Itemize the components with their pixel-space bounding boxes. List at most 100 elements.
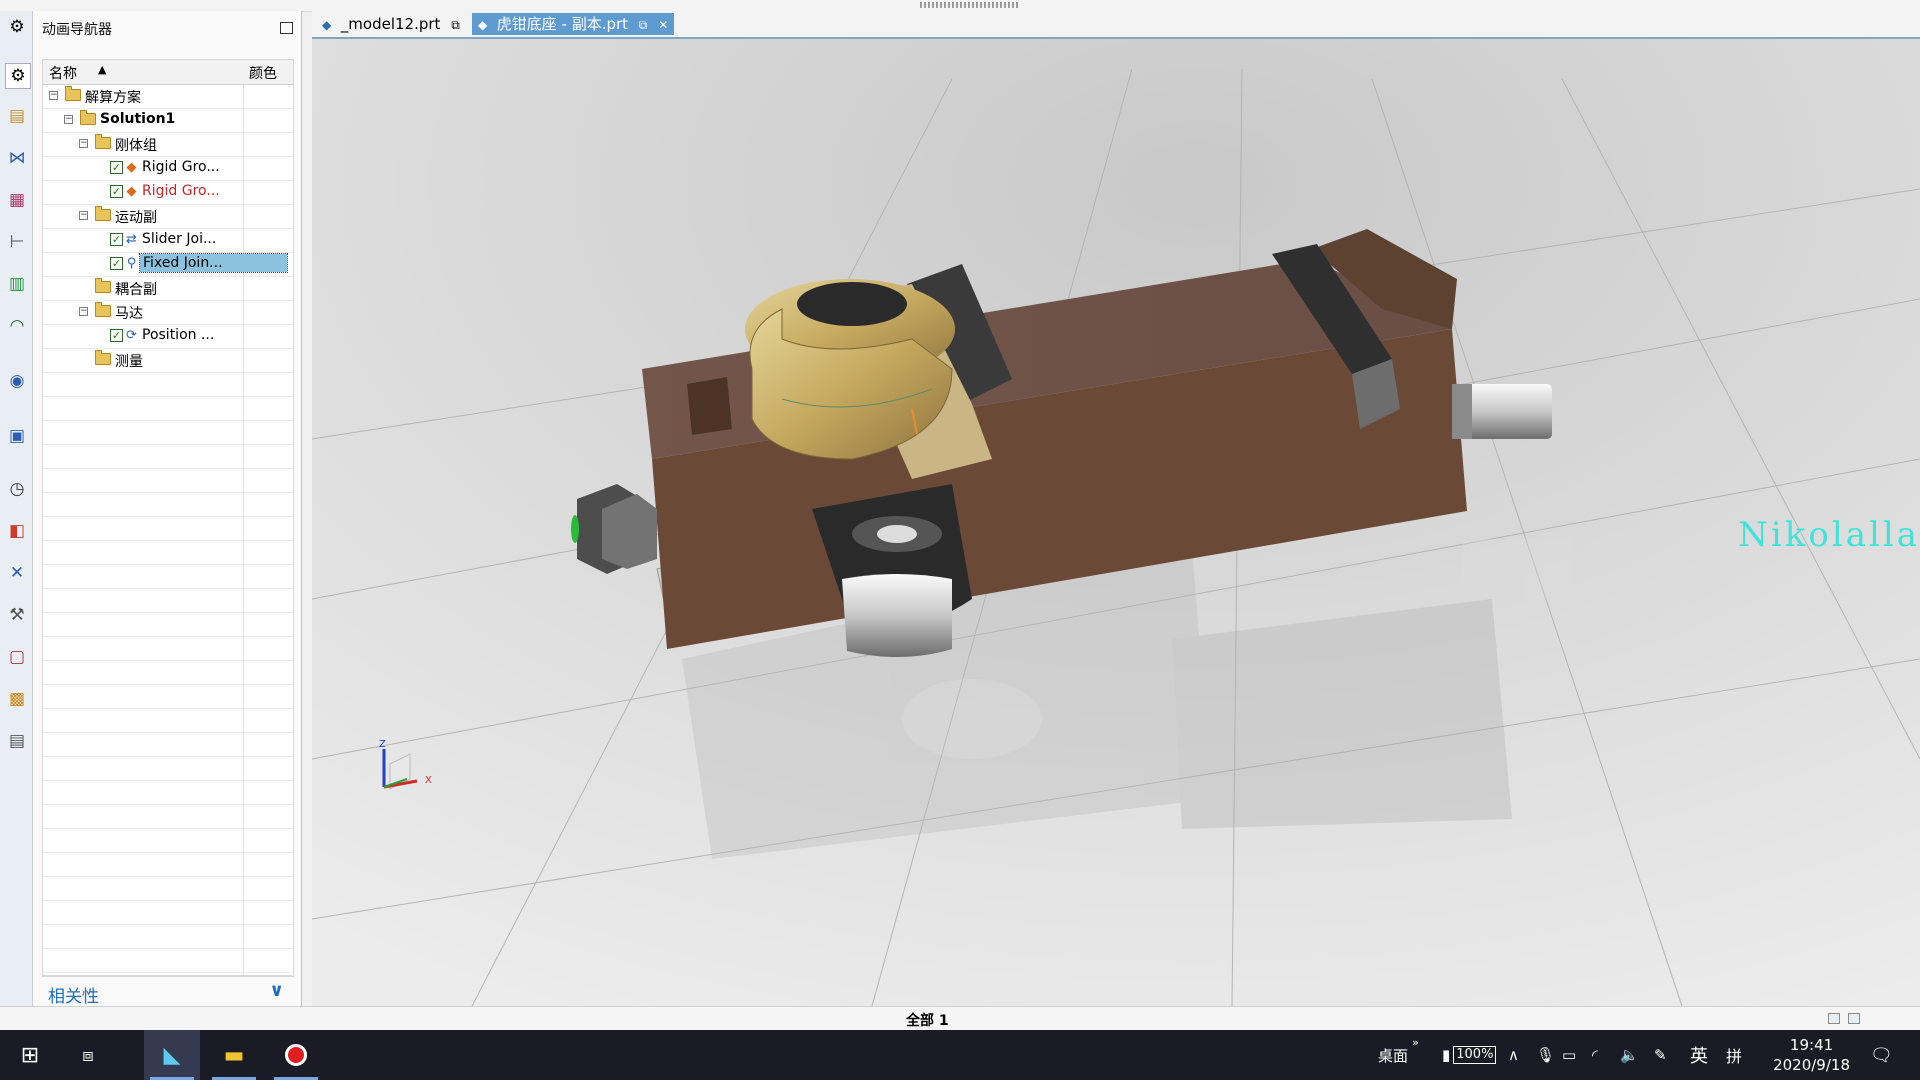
drawing-icon[interactable]: ▢ — [5, 645, 29, 669]
close-icon[interactable]: ✕ — [658, 14, 668, 36]
visibility-checkbox[interactable]: ✓ — [110, 257, 123, 270]
visibility-checkbox[interactable]: ✓ — [110, 161, 123, 174]
document-tabs: ◆ _model12.prt ⧉ ◆ 虎钳底座 - 副本.prt ⧉ ✕ — [312, 11, 1920, 39]
ime-pinyin[interactable]: 拼 — [1726, 1030, 1742, 1080]
parts-box-icon[interactable]: ▩ — [5, 687, 29, 711]
volume-icon[interactable]: 🔈 — [1620, 1030, 1639, 1080]
collapse-icon[interactable]: − — [79, 139, 88, 148]
svg-text:X: X — [425, 775, 432, 786]
column-color-header[interactable]: 颜色 — [249, 63, 277, 83]
clock-icon[interactable]: ◷ — [5, 477, 29, 501]
status-icon[interactable] — [1828, 1013, 1840, 1024]
tab-vise-base[interactable]: ◆ 虎钳底座 - 副本.prt ⧉ ✕ — [472, 13, 675, 36]
tree-node-label: Rigid Gro... — [142, 183, 220, 199]
folder-icon — [80, 110, 96, 125]
chevron-down-icon[interactable]: ∨ — [269, 980, 284, 1001]
tree-node-label: 测量 — [115, 354, 143, 370]
part-navigator-icon[interactable]: ▦ — [5, 188, 29, 212]
notification-icon[interactable]: 🗨 — [1870, 1030, 1893, 1080]
visibility-checkbox[interactable]: ✓ — [110, 233, 123, 246]
tree-folder-row[interactable]: 测量 — [43, 348, 293, 372]
folder-icon — [95, 206, 111, 221]
reuse-library-icon[interactable]: ⊢ — [5, 230, 29, 254]
tree-node-label: 解算方案 — [85, 90, 141, 106]
assembly-navigator-icon[interactable]: ▤ — [5, 104, 29, 128]
status-text: 全部 1 — [906, 1013, 949, 1029]
rigid-group-icon: ◆ — [126, 184, 137, 199]
maximize-icon[interactable] — [280, 22, 293, 34]
tree-folder-row[interactable]: − Solution1 — [43, 108, 293, 132]
collapse-icon[interactable]: − — [64, 115, 73, 124]
sort-ascending-icon[interactable]: ▲ — [98, 63, 106, 76]
visibility-checkbox[interactable]: ✓ — [110, 329, 123, 342]
microphone-icon[interactable]: 🎙 — [1536, 1030, 1555, 1080]
record-app-icon[interactable] — [268, 1030, 324, 1080]
detach-icon[interactable]: ⧉ — [451, 14, 460, 36]
start-icon[interactable]: ⊞ — [2, 1030, 58, 1080]
task-view-icon[interactable]: ⧈ — [60, 1030, 116, 1080]
detach-icon[interactable]: ⧉ — [639, 14, 648, 36]
graphics-window[interactable]: Nikolalla Z X — [312, 39, 1920, 1006]
swivel-hole — [797, 282, 907, 326]
column-name-header[interactable]: 名称 — [49, 63, 77, 83]
web-browser-icon[interactable]: ◠ — [5, 314, 29, 338]
network-icon[interactable]: ◜ — [1592, 1030, 1598, 1080]
machine-tool-icon[interactable]: ⚒ — [5, 603, 29, 627]
tree-folder-row[interactable]: 耦合副 — [43, 276, 293, 300]
constraint-navigator-icon[interactable]: ⋈ — [5, 146, 29, 170]
nx-app-icon[interactable]: ◣ — [144, 1030, 200, 1080]
tree-item-row[interactable]: ✓ ⟳ Position ... — [43, 324, 293, 348]
folder-icon — [95, 278, 111, 293]
navigator-tree[interactable]: 名称 ▲ 颜色 − 解算方案 − Solution1− 刚体组 ✓ ◆ Rigid Gro..… — [42, 59, 294, 977]
animation-navigator-icon[interactable]: ⚙ — [5, 63, 31, 89]
resource-bar: ⚙ ⚙ ▤ ⋈ ▦ ⊢ ▥ ◠ ◉ ▣ ◷ ◧ ✕ ⚒ ▢ ▩ ▤ — [0, 11, 33, 1006]
tab-model12[interactable]: ◆ _model12.prt ⧉ — [316, 13, 466, 35]
file-explorer-icon[interactable]: ▬ — [206, 1030, 262, 1080]
tree-header: 名称 ▲ 颜色 — [43, 60, 293, 85]
roles-icon[interactable]: ◧ — [5, 519, 29, 543]
pen-icon[interactable]: ✎ — [1654, 1030, 1667, 1080]
tree-node-label: 马达 — [115, 306, 143, 322]
visibility-checkbox[interactable]: ✓ — [110, 185, 123, 198]
tree-node-label: Solution1 — [100, 111, 176, 127]
hd3d-tools-icon[interactable]: ▥ — [5, 272, 29, 296]
tree-folder-row[interactable]: − 刚体组 — [43, 132, 293, 156]
tree-item-row[interactable]: ✓ ◆ Rigid Gro... — [43, 156, 293, 180]
motion-tools-icon[interactable]: ✕ — [5, 561, 29, 585]
folder-icon — [95, 134, 111, 149]
desktop-toolbar[interactable]: 桌面» — [1378, 1030, 1419, 1080]
panel-title: 动画导航器 — [42, 22, 112, 38]
svg-text:Z: Z — [379, 739, 386, 750]
collapse-icon[interactable]: − — [49, 91, 58, 100]
resize-grip-icon[interactable] — [920, 2, 1020, 8]
tree-node-label: 耦合副 — [115, 282, 157, 298]
relevance-section[interactable]: 相关性 ∨ — [42, 975, 292, 1007]
animation-navigator-panel: 动画导航器 名称 ▲ 颜色 − 解算方案 − Solution1− 刚体组 ✓ ◆ Rigid… — [33, 11, 302, 1007]
slider-joint-icon: ⇄ — [126, 232, 137, 247]
tree-folder-row[interactable]: − 马达 — [43, 300, 293, 324]
tree-folder-row[interactable]: − 运动副 — [43, 204, 293, 228]
folder-icon — [65, 86, 81, 101]
keyboard-icon[interactable]: ▭ — [1562, 1030, 1576, 1080]
clock[interactable]: 19:41 2020/9/18 — [1773, 1035, 1850, 1075]
part-file-icon: ◆ — [478, 18, 488, 32]
status-bar: 全部 1 — [0, 1006, 1920, 1031]
show-hidden-icon[interactable]: ∧ — [1508, 1030, 1519, 1080]
fullscreen-icon[interactable] — [1848, 1013, 1860, 1024]
tree-node-label: Position ... — [142, 327, 215, 343]
part-file-icon: ◆ — [322, 18, 332, 32]
collapse-icon[interactable]: − — [79, 211, 88, 220]
sheet-icon[interactable]: ▤ — [5, 729, 29, 753]
watermark: Nikolalla — [1738, 515, 1920, 555]
ime-mode[interactable]: 英 — [1690, 1030, 1708, 1080]
history-icon[interactable]: ◉ — [5, 369, 29, 393]
relevance-label: 相关性 — [48, 987, 99, 1007]
tree-folder-row[interactable]: − 解算方案 — [43, 84, 293, 108]
process-studio-icon[interactable]: ▣ — [5, 424, 29, 448]
battery-indicator[interactable]: ▮ 100% — [1442, 1030, 1497, 1080]
tree-item-row[interactable]: ✓ ⇄ Slider Joi... — [43, 228, 293, 252]
collapse-icon[interactable]: − — [79, 307, 88, 316]
gear-icon[interactable]: ⚙ — [5, 15, 29, 39]
tree-item-row[interactable]: ✓ ⚲ Fixed Join... — [43, 252, 293, 276]
tree-item-row[interactable]: ✓ ◆ Rigid Gro... — [43, 180, 293, 204]
